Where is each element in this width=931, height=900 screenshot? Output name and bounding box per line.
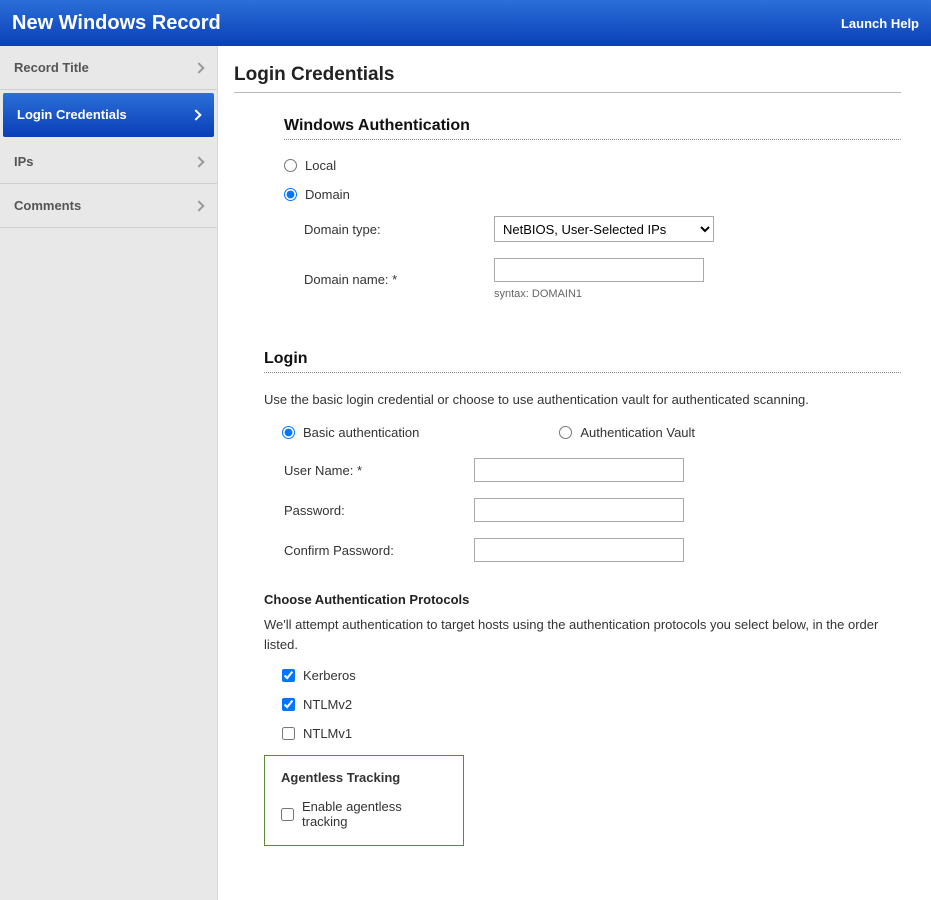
protocols-desc: We'll attempt authentication to target h… (264, 615, 901, 654)
sidebar-item-label: Login Credentials (17, 107, 127, 122)
domain-type-label: Domain type: (284, 222, 494, 237)
sidebar-item-ips[interactable]: IPs (0, 140, 217, 184)
radio-domain-label: Domain (305, 187, 350, 202)
sidebar-item-record-title[interactable]: Record Title (0, 46, 217, 90)
chevron-right-icon (193, 62, 204, 73)
auth-local-row: Local (284, 158, 901, 173)
radio-vault-label: Authentication Vault (580, 425, 695, 440)
agentless-title: Agentless Tracking (281, 770, 447, 785)
chevron-right-icon (193, 200, 204, 211)
domain-type-row: Domain type: NetBIOS, User-Selected IPs (284, 216, 901, 242)
page-header-title: New Windows Record (12, 12, 221, 35)
radio-auth-vault[interactable] (559, 426, 572, 439)
domain-name-hint: syntax: DOMAIN1 (494, 288, 704, 300)
section-title-auth: Windows Authentication (284, 117, 901, 140)
confirm-password-input[interactable] (474, 538, 684, 562)
agentless-check-row: Enable agentless tracking (281, 799, 447, 829)
domain-name-row: Domain name: * syntax: DOMAIN1 (284, 258, 901, 300)
radio-local-label: Local (305, 158, 336, 173)
checkbox-kerberos[interactable] (282, 669, 295, 682)
domain-name-input[interactable] (494, 258, 704, 282)
radio-local[interactable] (284, 159, 297, 172)
login-method-radios: Basic authentication Authentication Vaul… (264, 425, 901, 440)
username-row: User Name: * (264, 458, 901, 482)
protocols-section: Choose Authentication Protocols We'll at… (264, 592, 901, 846)
checkbox-ntlmv1[interactable] (282, 727, 295, 740)
sidebar: Record Title Login Credentials IPs Comme… (0, 46, 218, 900)
confirm-password-row: Confirm Password: (264, 538, 901, 562)
launch-help-link[interactable]: Launch Help (841, 16, 919, 31)
protocol-ntlmv1-row: NTLMv1 (264, 726, 901, 741)
checkbox-agentless-label: Enable agentless tracking (302, 799, 447, 829)
password-input[interactable] (474, 498, 684, 522)
protocol-kerberos-row: Kerberos (264, 668, 901, 683)
login-section: Login Use the basic login credential or … (264, 350, 901, 846)
agentless-tracking-box: Agentless Tracking Enable agentless trac… (264, 755, 464, 846)
password-label: Password: (264, 503, 474, 518)
sidebar-item-label: Comments (14, 198, 81, 213)
main-content: Login Credentials Windows Authentication… (218, 46, 931, 900)
header-bar: New Windows Record Launch Help (0, 0, 931, 46)
sidebar-item-login-credentials[interactable]: Login Credentials (3, 93, 214, 137)
radio-basic-label: Basic authentication (303, 425, 419, 440)
checkbox-ntlmv1-label: NTLMv1 (303, 726, 352, 741)
windows-auth-section: Windows Authentication Local Domain Doma… (284, 117, 901, 300)
section-title-login: Login (264, 350, 901, 373)
protocols-title: Choose Authentication Protocols (264, 592, 901, 607)
username-label: User Name: * (264, 463, 474, 478)
domain-type-select[interactable]: NetBIOS, User-Selected IPs (494, 216, 714, 242)
checkbox-ntlmv2[interactable] (282, 698, 295, 711)
login-description: Use the basic login credential or choose… (264, 391, 901, 409)
chevron-right-icon (193, 156, 204, 167)
radio-domain[interactable] (284, 188, 297, 201)
sidebar-item-label: IPs (14, 154, 34, 169)
protocol-ntlmv2-row: NTLMv2 (264, 697, 901, 712)
username-input[interactable] (474, 458, 684, 482)
radio-basic-auth[interactable] (282, 426, 295, 439)
checkbox-kerberos-label: Kerberos (303, 668, 356, 683)
sidebar-item-label: Record Title (14, 60, 89, 75)
confirm-password-label: Confirm Password: (264, 543, 474, 558)
sidebar-item-comments[interactable]: Comments (0, 184, 217, 228)
domain-name-label: Domain name: * (284, 272, 494, 287)
chevron-right-icon (190, 109, 201, 120)
checkbox-agentless[interactable] (281, 808, 294, 821)
page-title: Login Credentials (234, 64, 901, 93)
password-row: Password: (264, 498, 901, 522)
checkbox-ntlmv2-label: NTLMv2 (303, 697, 352, 712)
auth-domain-row: Domain (284, 187, 901, 202)
